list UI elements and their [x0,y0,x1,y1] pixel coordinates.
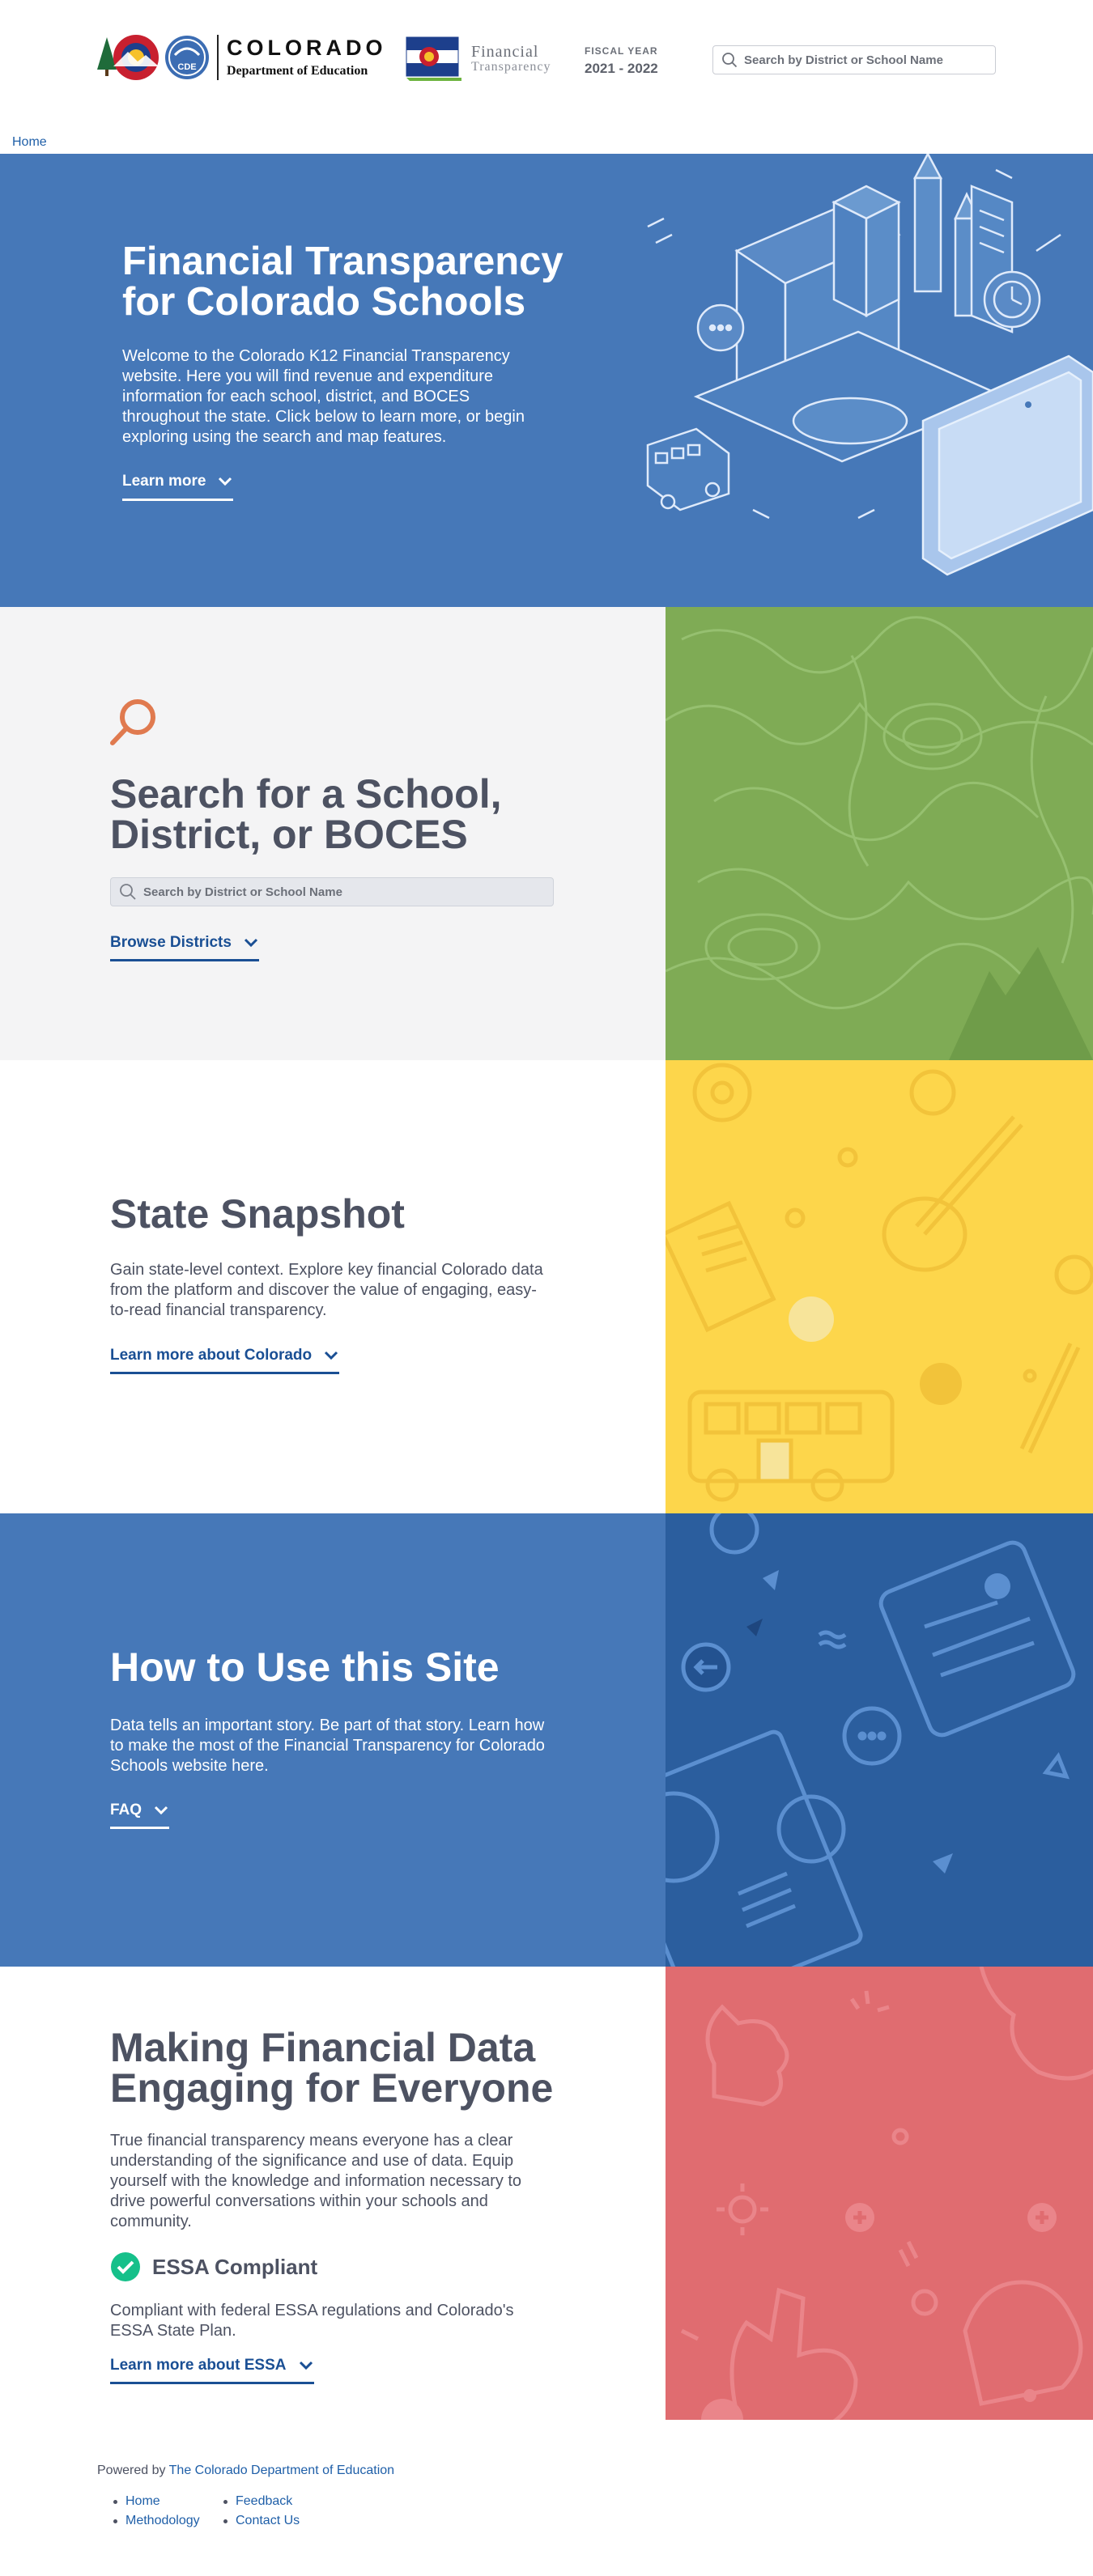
site-footer: Powered by The Colorado Department of Ed… [0,2420,1093,2576]
cde-badge-text: CDE [177,62,196,72]
footer-link-methodology[interactable]: Methodology [113,2514,223,2528]
header-search-box[interactable] [712,45,996,74]
engage-text: True financial transparency means everyo… [110,2132,522,2230]
cde-logo[interactable]: CDE COLORADO Department of Education [96,32,387,83]
magnifier-icon [110,699,155,745]
faq-button[interactable]: FAQ [110,1802,170,1829]
search-icon [722,53,738,68]
fiscal-year-value: 2021 - 2022 [585,61,658,76]
chevron-down-icon [325,1351,338,1360]
howto-title: How to Use this Site [110,1644,500,1690]
fiscal-year-label: FISCAL YEAR [585,45,658,57]
footer-link-contact[interactable]: Contact Us [223,2514,337,2528]
howto-text: Data tells an important story. Be part o… [110,1717,545,1775]
powered-by: Powered by The Colorado Department of Ed… [97,2464,394,2478]
hero-text: Welcome to the Colorado K12 Financial Tr… [122,347,525,446]
footer-nav: Home Feedback Methodology Contact Us [113,2494,337,2528]
snapshot-title: State Snapshot [110,1191,405,1237]
cde-badge-icon: CDE [165,36,209,79]
section-search-box[interactable] [110,877,554,906]
learn-more-colorado-label: Learn more about Colorado [110,1347,313,1364]
colorado-mountain-logo-icon [97,35,159,80]
chevron-down-icon [219,477,232,486]
learn-more-label: Learn more [122,473,206,490]
checkmark-badge-icon [111,2252,140,2281]
snapshot-text: Gain state-level context. Explore key fi… [110,1261,543,1319]
chevron-down-icon [155,1806,168,1815]
department-name: Department of Education [227,63,368,78]
engage-title: Making Financial Data Engaging for Every… [110,2025,554,2111]
hero-title: Financial Transparency for Colorado Scho… [122,240,564,324]
how-to-use-section: How to Use this Site Data tells an impor… [0,1513,1093,1967]
financial-transparency-logo[interactable]: Financial Transparency [405,36,551,83]
learn-more-button[interactable]: Learn more [122,473,234,501]
footer-link-home[interactable]: Home [113,2494,223,2509]
chevron-down-icon [299,2361,313,2370]
cde-wordmark: COLORADO Department of Education [217,35,387,80]
hero-section: Financial Transparency for Colorado Scho… [0,154,1093,607]
footer-link-feedback[interactable]: Feedback [223,2494,337,2509]
breadcrumb-home[interactable]: Home [12,135,47,150]
search-section: Search for a School, District, or BOCES … [0,607,1093,1060]
browse-districts-button[interactable]: Browse Districts [110,934,259,961]
engaging-data-section: Making Financial Data Engaging for Every… [0,1967,1093,2420]
how-to-pattern [666,1513,1093,1967]
essa-title: ESSA Compliant [152,2254,318,2279]
search-icon [120,884,136,900]
school-supplies-pattern [666,1060,1093,1513]
cde-link[interactable]: The Colorado Department of Education [169,2464,394,2477]
learn-more-essa-label: Learn more about ESSA [110,2357,287,2374]
school-isometric-illustration [646,154,1093,576]
header-search-input[interactable] [744,53,987,67]
section-search-input[interactable] [143,885,532,899]
ft-word-transparency: Transparency [471,60,551,74]
faq-label: FAQ [110,1802,142,1818]
fiscal-year-selector[interactable]: FISCAL YEAR 2021 - 2022 [585,45,658,77]
powered-by-prefix: Powered by [97,2464,169,2477]
essa-text: Compliant with federal ESSA regulations … [110,2302,514,2340]
ft-word-financial: Financial [471,43,539,62]
colorado-title: COLORADO [227,35,387,60]
colorado-flag-icon [406,36,461,81]
site-header: CDE COLORADO Department of Education Fin… [0,0,1093,129]
chevron-down-icon [244,938,258,948]
state-snapshot-section: State Snapshot Gain state-level context.… [0,1060,1093,1513]
learn-more-essa-button[interactable]: Learn more about ESSA [110,2357,314,2384]
browse-districts-label: Browse Districts [110,934,232,951]
topographic-map-pattern [666,607,1093,1060]
learn-more-colorado-button[interactable]: Learn more about Colorado [110,1347,340,1374]
search-section-title: Search for a School, District, or BOCES [110,771,502,857]
hands-gesture-pattern [666,1967,1093,2420]
